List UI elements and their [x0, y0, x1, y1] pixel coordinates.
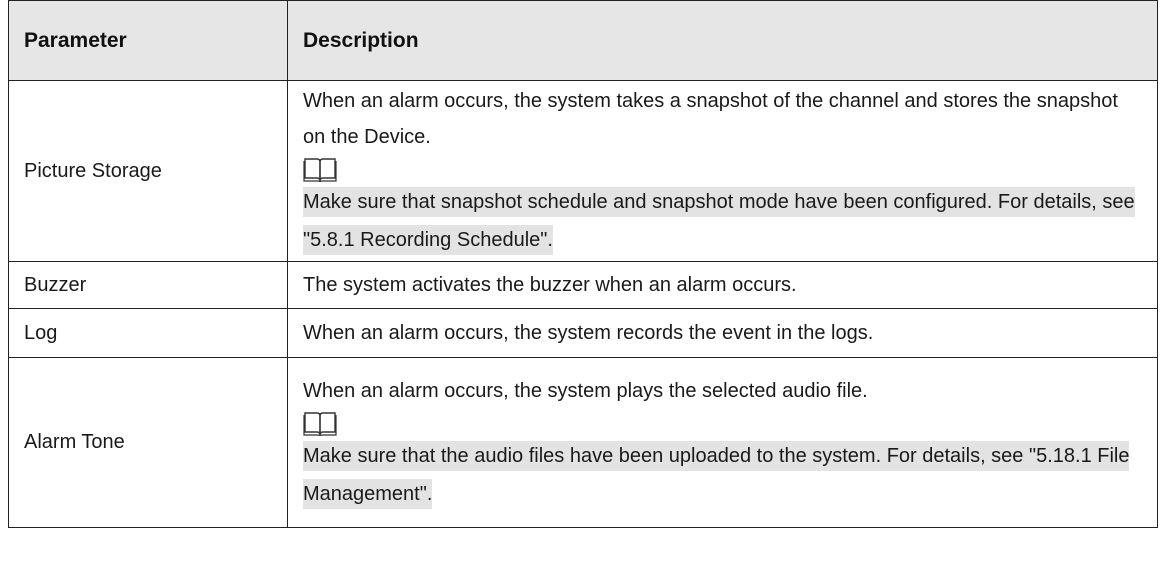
parameter-table: Parameter Description Picture Storage Wh…	[8, 0, 1158, 528]
description-cell: When an alarm occurs, the system takes a…	[287, 80, 1158, 262]
description-text: When an alarm occurs, the system plays t…	[303, 379, 868, 402]
table-row: Log When an alarm occurs, the system rec…	[8, 308, 1158, 358]
book-icon	[303, 411, 337, 436]
table-row: Picture Storage When an alarm occurs, th…	[8, 80, 1158, 262]
table-row: Alarm Tone When an alarm occurs, the sys…	[8, 357, 1158, 528]
description-cell: The system activates the buzzer when an …	[287, 261, 1158, 309]
parameter-cell: Picture Storage	[8, 80, 288, 262]
header-description: Description	[287, 0, 1158, 81]
description-cell: When an alarm occurs, the system plays t…	[287, 357, 1158, 528]
parameter-cell: Log	[8, 308, 288, 358]
table-header-row: Parameter Description	[8, 0, 1158, 81]
parameter-cell: Alarm Tone	[8, 357, 288, 528]
description-cell: When an alarm occurs, the system records…	[287, 308, 1158, 358]
table-row: Buzzer The system activates the buzzer w…	[8, 261, 1158, 309]
note-text: Make sure that snapshot schedule and sna…	[303, 187, 1135, 255]
parameter-cell: Buzzer	[8, 261, 288, 309]
header-parameter: Parameter	[8, 0, 288, 81]
note-text: Make sure that the audio files have been…	[303, 440, 1130, 509]
book-icon	[303, 158, 337, 183]
description-text: When an alarm occurs, the system takes a…	[303, 90, 1118, 148]
